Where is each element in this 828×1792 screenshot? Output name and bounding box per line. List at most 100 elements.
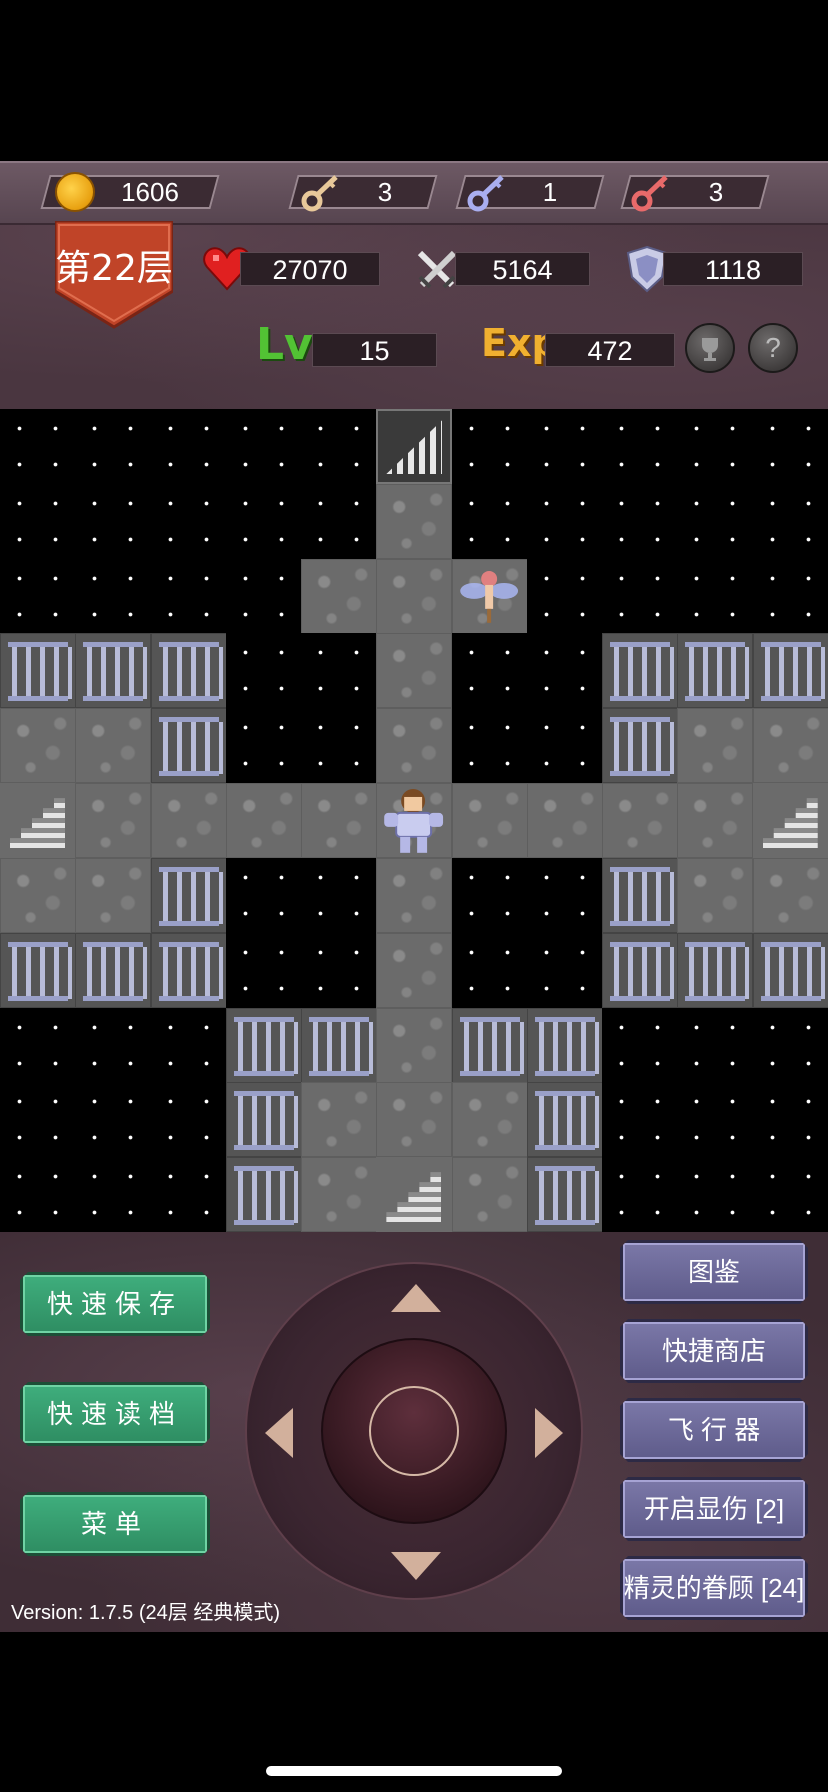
- hero-icon: [384, 789, 444, 853]
- map-tile-iron-bars: [451, 1007, 528, 1083]
- arrow-up-icon[interactable]: [391, 1284, 441, 1312]
- map-tile-starfield: [301, 409, 378, 484]
- map-tile-starfield: [752, 1007, 828, 1083]
- map-tile-stone-floor: [75, 783, 152, 859]
- map-tile-starfield: [0, 483, 76, 559]
- map-tile-iron-bars: [526, 1082, 603, 1158]
- map-tile-stone-floor: [376, 483, 453, 559]
- map-tile-starfield: [677, 1157, 754, 1232]
- map-tile-starfield: [677, 1007, 754, 1083]
- map-tile-stone-floor: [0, 857, 76, 933]
- map-tile-stone-floor: [451, 783, 528, 859]
- gold-value: 1606: [121, 177, 179, 207]
- blue-key-icon: [467, 175, 504, 212]
- exp-value: 472: [545, 333, 675, 367]
- map-tile-starfield: [75, 1157, 152, 1232]
- inventory-bar: 1606 3 1 3: [0, 161, 828, 225]
- quick-save-button[interactable]: 快速保存: [20, 1272, 210, 1336]
- menu-button[interactable]: 菜单: [20, 1492, 210, 1556]
- map-tile-starfield: [150, 1007, 227, 1083]
- quick-load-button[interactable]: 快速读档: [20, 1382, 210, 1446]
- yellow-key-icon: [301, 175, 338, 212]
- map-tile-starfield: [225, 857, 302, 933]
- floor-label: 第22层: [55, 248, 173, 289]
- map-tile-stone-floor: [301, 1082, 378, 1158]
- map-tile-starfield: [0, 409, 76, 484]
- trophy-button[interactable]: [685, 323, 735, 373]
- map-tile-starfield: [225, 409, 302, 484]
- map-tile-iron-bars: [150, 857, 227, 933]
- map-tile-stairs-up: [376, 409, 453, 484]
- dpad-ring-icon: [369, 1386, 459, 1476]
- map-tile-starfield: [0, 1007, 76, 1083]
- map-tile-stone-floor: [376, 633, 453, 709]
- level-value: 15: [312, 333, 437, 367]
- map-tile-starfield: [451, 409, 528, 484]
- fairy-favor-button[interactable]: 精灵的眷顾 [24]: [620, 1556, 808, 1620]
- map-tile-starfield: [526, 857, 603, 933]
- version-label: Version: 1.7.5 (24层 经典模式): [11, 1602, 280, 1624]
- map-tile-starfield: [526, 409, 603, 484]
- map-tile-starfield: [0, 1082, 76, 1158]
- map-tile-starfield: [150, 1157, 227, 1232]
- map-tile-stairs-down: [752, 783, 828, 859]
- map-tile-stairs-down: [0, 783, 76, 859]
- map-tile-stone-floor: [225, 783, 302, 859]
- map-tile-starfield: [75, 558, 152, 634]
- map-tile-starfield: [301, 857, 378, 933]
- map-tile-stone-floor: [451, 1082, 528, 1158]
- map-tile-starfield: [602, 1007, 679, 1083]
- map-tile-iron-bars: [301, 1007, 378, 1083]
- map-tile-iron-bars: [0, 932, 76, 1008]
- map-tile-starfield: [526, 633, 603, 709]
- map-tile-iron-bars: [602, 857, 679, 933]
- map-tile-starfield: [602, 1157, 679, 1232]
- map-tile-stone-floor: [752, 708, 828, 784]
- map-tile-iron-bars: [677, 633, 754, 709]
- map-tile-stone-floor: [752, 857, 828, 933]
- map-tile-stone-floor: [677, 708, 754, 784]
- hp-value: 27070: [240, 252, 380, 286]
- fly-button[interactable]: 飞 行 器: [620, 1398, 808, 1462]
- map-tile-starfield: [0, 1157, 76, 1232]
- map-tile-iron-bars: [752, 633, 828, 709]
- map-tile-starfield: [225, 558, 302, 634]
- show-damage-button[interactable]: 开启显伤 [2]: [620, 1477, 808, 1541]
- map-tile-iron-bars: [225, 1157, 302, 1232]
- help-button[interactable]: ?: [748, 323, 798, 373]
- map-tile-stone-floor: [376, 1082, 453, 1158]
- map-tile-starfield: [752, 409, 828, 484]
- map-tile-starfield: [526, 708, 603, 784]
- direction-pad[interactable]: [245, 1262, 583, 1600]
- map-tile-stone-floor: [677, 857, 754, 933]
- bestiary-button[interactable]: 图鉴: [620, 1240, 808, 1304]
- dpad-center[interactable]: [321, 1338, 507, 1524]
- map-tile-starfield: [677, 409, 754, 484]
- arrow-right-icon[interactable]: [535, 1408, 563, 1458]
- quick-shop-button[interactable]: 快捷商店: [620, 1319, 808, 1383]
- map-tile-starfield: [677, 1082, 754, 1158]
- map-tile-starfield: [225, 483, 302, 559]
- control-panel: 快速保存 快速读档 菜单 图鉴 快捷商店 飞 行 器 开启显伤 [2] 精灵的眷…: [0, 1232, 828, 1632]
- map-tile-starfield: [301, 483, 378, 559]
- attack-value: 5164: [455, 252, 590, 286]
- map-tile-iron-bars: [225, 1082, 302, 1158]
- map-tile-starfield: [225, 633, 302, 709]
- map-tile-starfield: [602, 1082, 679, 1158]
- map-tile-starfield: [75, 409, 152, 484]
- map-tile-stone-floor: [376, 708, 453, 784]
- game-map[interactable]: [0, 409, 828, 1232]
- map-tile-starfield: [752, 483, 828, 559]
- map-tile-stone-floor: [451, 1157, 528, 1232]
- map-tile-iron-bars: [225, 1007, 302, 1083]
- map-tile-starfield: [451, 708, 528, 784]
- home-indicator[interactable]: [266, 1766, 562, 1776]
- map-tile-iron-bars: [526, 1157, 603, 1232]
- map-tile-iron-bars: [0, 633, 76, 709]
- map-tile-starfield: [301, 633, 378, 709]
- arrow-down-icon[interactable]: [391, 1552, 441, 1580]
- map-tile-iron-bars: [150, 708, 227, 784]
- map-tile-stone-floor: [677, 783, 754, 859]
- arrow-left-icon[interactable]: [265, 1408, 293, 1458]
- map-tile-starfield: [225, 708, 302, 784]
